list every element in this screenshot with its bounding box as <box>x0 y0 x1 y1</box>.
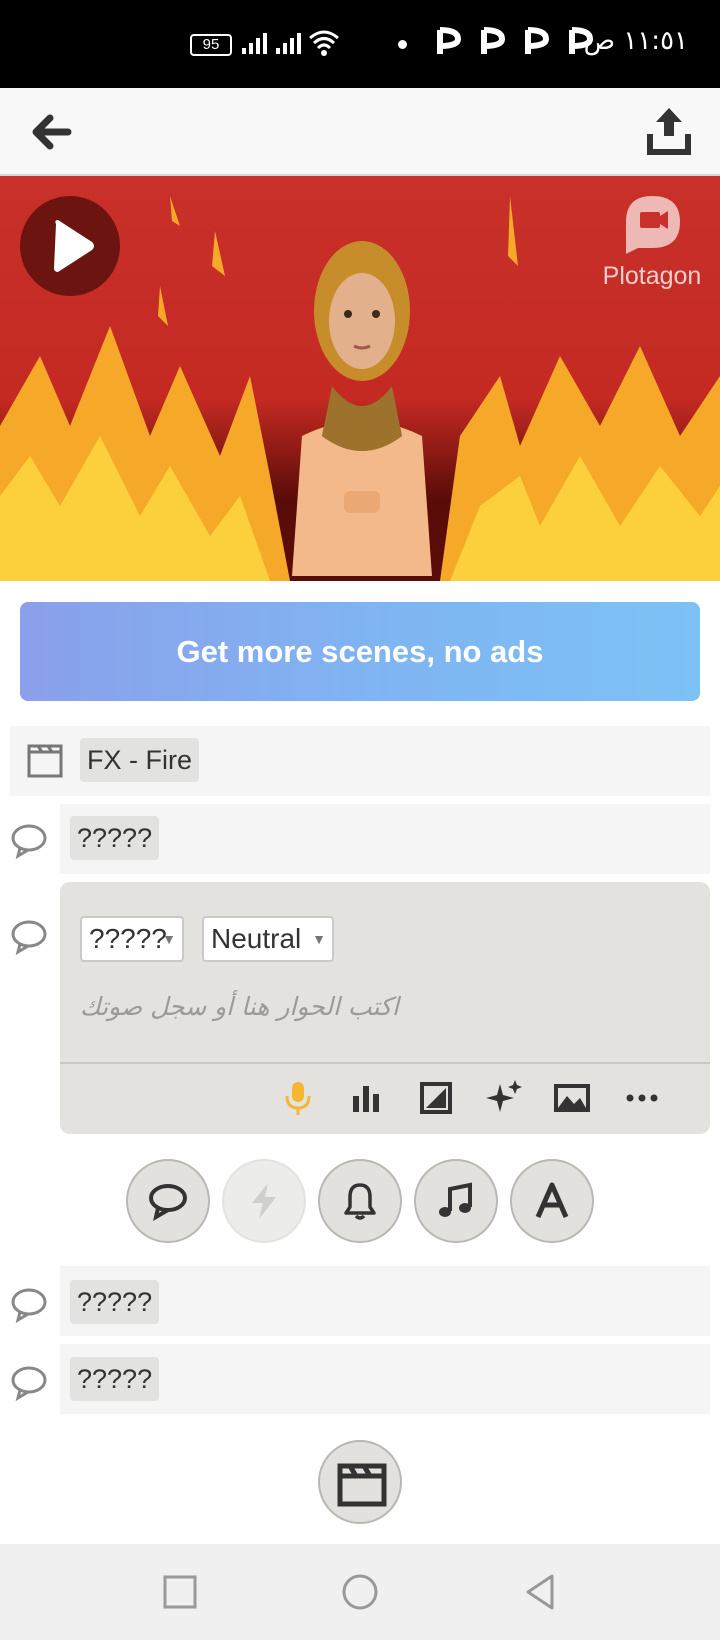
speech-bubble-icon <box>11 824 47 860</box>
add-text-button[interactable] <box>510 1159 594 1243</box>
sparkles-icon[interactable] <box>484 1078 524 1118</box>
back-nav-icon[interactable] <box>520 1572 560 1612</box>
add-dialogue-button[interactable] <box>126 1159 210 1243</box>
promo-button[interactable]: Get more scenes, no ads <box>20 602 700 701</box>
speaker-chip[interactable]: ????? <box>70 1357 160 1401</box>
dropdown-arrow-icon: ▼ <box>312 931 326 947</box>
notification-p-icon <box>481 27 506 54</box>
plotagon-camera-icon <box>626 196 680 254</box>
dialogue-icon <box>149 1184 187 1221</box>
signal-wifi-icons <box>242 30 339 56</box>
back-arrow-icon[interactable] <box>28 110 72 154</box>
home-icon[interactable] <box>340 1572 380 1612</box>
notification-p-icon <box>437 27 462 54</box>
status-time: ١١:٥١ ص <box>583 26 688 56</box>
speech-bubble-icon <box>11 1288 47 1324</box>
music-icon <box>439 1182 472 1217</box>
system-nav-bar <box>0 1544 720 1640</box>
battery-icon: 95 <box>190 34 232 56</box>
chart-icon[interactable] <box>346 1078 386 1118</box>
app-bar <box>0 88 720 176</box>
notification-p-icon <box>525 27 550 54</box>
clapperboard-icon <box>27 744 63 778</box>
more-icon[interactable] <box>622 1078 662 1118</box>
scene-preview[interactable]: Plotagon <box>0 176 720 581</box>
sound-effect-icon <box>344 1183 376 1220</box>
play-movie-button[interactable] <box>318 1440 402 1524</box>
microphone-icon[interactable] <box>278 1078 318 1118</box>
action-icon <box>252 1183 276 1219</box>
speaker-chip[interactable]: ????? <box>70 1280 160 1324</box>
notification-dot <box>398 40 407 49</box>
play-button[interactable] <box>20 196 120 296</box>
dropdown-arrow-icon: ▼ <box>162 931 176 947</box>
text-icon <box>535 1182 569 1219</box>
character-dropdown[interactable]: ????? ▼ <box>80 916 184 962</box>
camera-angle-icon[interactable] <box>416 1078 456 1118</box>
recents-icon[interactable] <box>160 1572 200 1612</box>
status-bar: 95 ١١:٥١ ص <box>0 0 720 88</box>
scene-chip[interactable]: FX - Fire <box>80 738 199 782</box>
clapperboard-icon <box>337 1463 387 1507</box>
dialogue-editor: ????? ▼ Neutral ▼ اكتب الحوار هنا أو سجل… <box>60 882 710 1134</box>
toolbar-divider <box>60 1062 710 1064</box>
add-sound-effect-button[interactable] <box>318 1159 402 1243</box>
plotagon-logo: Plotagon <box>596 190 708 290</box>
mood-value: Neutral <box>211 923 302 954</box>
dialogue-input[interactable]: اكتب الحوار هنا أو سجل صوتك <box>80 992 420 1021</box>
speech-bubble-icon <box>11 1366 47 1402</box>
speech-bubble-icon <box>11 920 47 956</box>
speaker-chip[interactable]: ????? <box>70 816 160 860</box>
plotagon-wordmark: Plotagon <box>602 262 702 290</box>
character-value: ????? <box>89 923 167 954</box>
mood-dropdown[interactable]: Neutral ▼ <box>202 916 334 962</box>
character-avatar <box>292 241 432 576</box>
scene-image-icon[interactable] <box>552 1078 592 1118</box>
add-music-button[interactable] <box>414 1159 498 1243</box>
share-icon[interactable] <box>644 104 694 156</box>
play-icon <box>54 220 94 272</box>
add-action-button[interactable] <box>222 1159 306 1243</box>
